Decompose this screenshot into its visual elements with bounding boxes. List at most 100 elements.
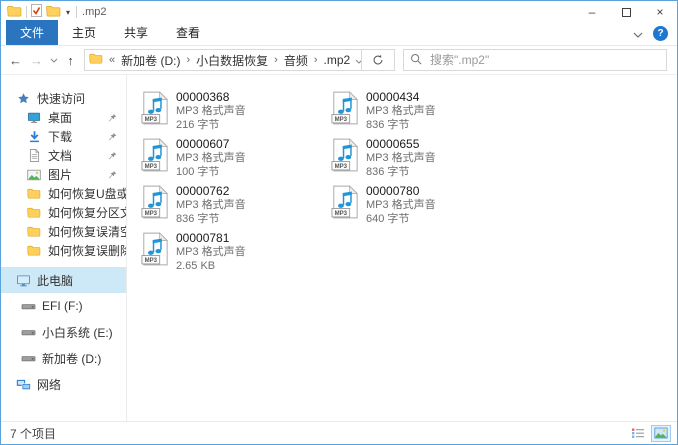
- search-icon: [410, 53, 422, 68]
- maximize-icon: [622, 8, 631, 17]
- qat-new-folder-button[interactable]: [46, 5, 61, 20]
- mp3-label: MP3: [145, 258, 158, 264]
- recent-locations-caret[interactable]: [47, 49, 60, 71]
- maximize-button[interactable]: [609, 1, 643, 23]
- file-list-area: MP3 00000368 MP3 格式声音 216 字节 MP3 0000043…: [127, 75, 677, 421]
- mp3-file-icon: MP3: [331, 138, 359, 175]
- sidebar-item-drive-efi[interactable]: EFI (F:): [1, 293, 126, 319]
- file-name: 00000607: [176, 137, 246, 151]
- navigation-toolbar: ← → ↑ « 新加卷 (D:) › 小白数据恢复 › 音频 › .mp2: [1, 46, 677, 75]
- file-type: MP3 格式声音: [176, 198, 246, 212]
- file-tile[interactable]: MP3 00000434 MP3 格式声音 836 字节: [331, 90, 521, 137]
- navigation-pane: 快速访问 桌面 下载: [1, 75, 127, 421]
- file-tile[interactable]: MP3 00000368 MP3 格式声音 216 字节: [141, 90, 331, 137]
- qat-properties-button[interactable]: [31, 4, 42, 20]
- address-dropdown-caret[interactable]: [355, 53, 362, 67]
- search-box: [403, 49, 667, 71]
- file-grid: MP3 00000368 MP3 格式声音 216 字节 MP3 0000043…: [141, 90, 677, 278]
- sidebar-item-drive-d[interactable]: 新加卷 (D:): [1, 345, 126, 371]
- file-type: MP3 格式声音: [366, 151, 436, 165]
- mp3-label: MP3: [335, 211, 348, 217]
- download-icon: [26, 130, 42, 143]
- file-tile[interactable]: MP3 00000607 MP3 格式声音 100 字节: [141, 137, 331, 184]
- file-size: 836 字节: [176, 212, 246, 226]
- network-icon: [15, 378, 31, 391]
- divider: [26, 6, 27, 18]
- mp3-file-icon: MP3: [141, 91, 169, 128]
- close-button[interactable]: ×: [643, 1, 677, 23]
- sidebar-item-label: 新加卷 (D:): [42, 350, 101, 367]
- view-switcher: [628, 425, 671, 442]
- sidebar-item-label: 如何恢复误删除文件: [48, 242, 126, 259]
- tab-file[interactable]: 文件: [6, 20, 58, 45]
- window-controls: – ×: [575, 1, 677, 23]
- qat-customize-caret[interactable]: ▾: [65, 8, 71, 17]
- app-folder-icon[interactable]: [7, 5, 22, 20]
- sidebar-item-folder-recycle[interactable]: 如何恢复误清空回收: [1, 222, 126, 241]
- help-button[interactable]: ?: [653, 26, 668, 41]
- sidebar-item-label: 如何恢复U盘或内存: [48, 185, 126, 202]
- collapse-ribbon-button[interactable]: [633, 27, 643, 41]
- file-name: 00000655: [366, 137, 436, 151]
- file-size: 640 字节: [366, 212, 436, 226]
- sidebar-item-label: 网络: [37, 376, 61, 393]
- mp3-file-icon: MP3: [331, 185, 359, 222]
- quick-access-toolbar: ▾: [7, 4, 71, 20]
- sidebar-item-desktop[interactable]: 桌面: [1, 108, 126, 127]
- file-type: MP3 格式声音: [366, 104, 436, 118]
- sidebar-item-label: 快速访问: [37, 90, 85, 107]
- breadcrumb-prefix: «: [108, 54, 116, 66]
- sidebar-item-label: 图片: [48, 166, 72, 183]
- search-input[interactable]: [428, 52, 660, 68]
- sidebar-item-label: 此电脑: [37, 272, 73, 289]
- sidebar-item-this-pc[interactable]: 此电脑: [1, 267, 126, 293]
- mp3-label: MP3: [145, 164, 158, 170]
- file-tile[interactable]: MP3 00000781 MP3 格式声音 2.65 KB: [141, 231, 331, 278]
- up-button[interactable]: ↑: [60, 49, 81, 71]
- divider: [76, 6, 77, 18]
- file-type: MP3 格式声音: [176, 245, 246, 259]
- file-tile[interactable]: MP3 00000655 MP3 格式声音 836 字节: [331, 137, 521, 184]
- main-area: 快速访问 桌面 下载: [1, 75, 677, 421]
- sidebar-item-label: 小白系统 (E:): [42, 324, 113, 341]
- file-type: MP3 格式声音: [366, 198, 436, 212]
- explorer-window: ▾ .mp2 – × 文件 主页 共享 查看 ? ← → ↑: [0, 0, 678, 445]
- file-size: 2.65 KB: [176, 259, 246, 273]
- sidebar-item-pictures[interactable]: 图片: [1, 165, 126, 184]
- sidebar-item-folder-usb[interactable]: 如何恢复U盘或内存: [1, 184, 126, 203]
- file-size: 836 字节: [366, 118, 436, 132]
- address-bar[interactable]: « 新加卷 (D:) › 小白数据恢复 › 音频 › .mp2: [84, 49, 362, 71]
- file-tile[interactable]: MP3 00000780 MP3 格式声音 640 字节: [331, 184, 521, 231]
- large-icons-view-button[interactable]: [651, 425, 671, 442]
- pin-icon: [108, 132, 126, 141]
- folder-icon: [26, 188, 42, 199]
- computer-icon: [15, 274, 31, 287]
- minimize-button[interactable]: –: [575, 1, 609, 23]
- forward-button[interactable]: →: [26, 49, 47, 71]
- mp3-file-icon: MP3: [141, 138, 169, 175]
- file-tile[interactable]: MP3 00000762 MP3 格式声音 836 字节: [141, 184, 331, 231]
- sidebar-item-quick-access[interactable]: 快速访问: [1, 89, 126, 108]
- breadcrumb-segment-drive[interactable]: 新加卷 (D:): [121, 52, 180, 69]
- sidebar-item-network[interactable]: 网络: [1, 371, 126, 397]
- breadcrumb-segment-current[interactable]: .mp2: [324, 53, 351, 67]
- mp3-label: MP3: [335, 164, 348, 170]
- back-button[interactable]: ←: [5, 49, 26, 71]
- breadcrumb-segment-folder2[interactable]: 音频: [284, 52, 308, 69]
- tab-home[interactable]: 主页: [58, 20, 110, 45]
- tab-share[interactable]: 共享: [110, 20, 162, 45]
- tab-view[interactable]: 查看: [162, 20, 214, 45]
- file-size: 100 字节: [176, 165, 246, 179]
- sidebar-item-documents[interactable]: 文档: [1, 146, 126, 165]
- breadcrumb-segment-folder1[interactable]: 小白数据恢复: [196, 52, 268, 69]
- pin-icon: [108, 151, 126, 160]
- refresh-button[interactable]: [362, 49, 395, 71]
- drive-icon: [20, 352, 36, 365]
- sidebar-item-label: 下载: [48, 128, 72, 145]
- sidebar-item-drive-e[interactable]: 小白系统 (E:): [1, 319, 126, 345]
- sidebar-item-folder-partition[interactable]: 如何恢复分区文件数: [1, 203, 126, 222]
- details-view-button[interactable]: [628, 425, 648, 442]
- mp3-label: MP3: [145, 117, 158, 123]
- sidebar-item-downloads[interactable]: 下载: [1, 127, 126, 146]
- sidebar-item-folder-deleted[interactable]: 如何恢复误删除文件: [1, 241, 126, 260]
